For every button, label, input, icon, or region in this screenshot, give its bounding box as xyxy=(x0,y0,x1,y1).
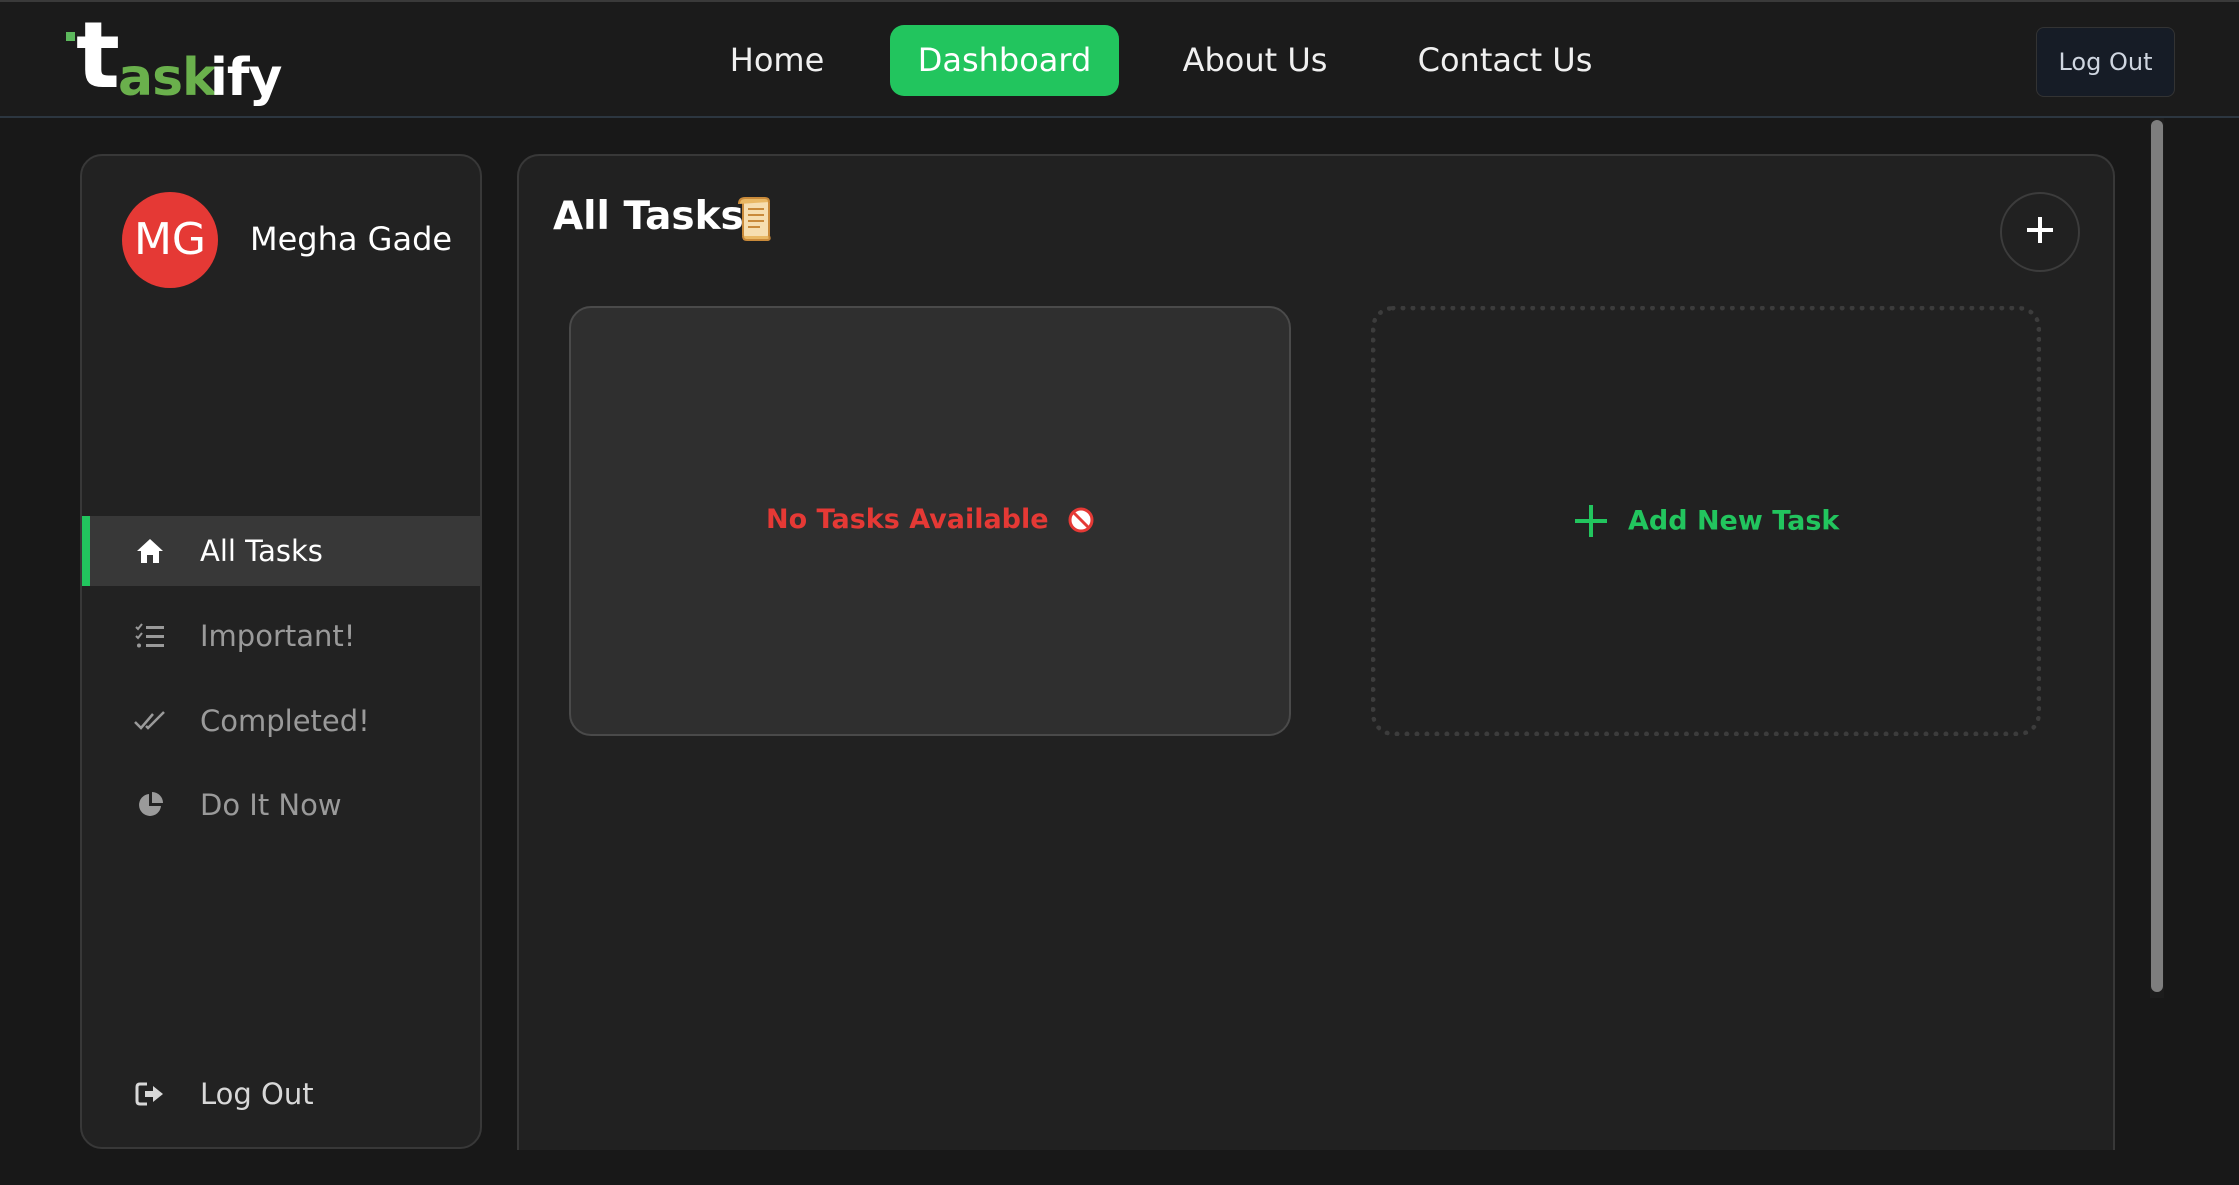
prohibited-icon xyxy=(1068,507,1094,533)
nav-home-link[interactable]: Home xyxy=(714,25,840,96)
sidebar-item-do-it-now[interactable]: Do It Now xyxy=(82,770,480,840)
add-new-task-card[interactable]: Add New Task xyxy=(1371,306,2041,736)
logo-dot xyxy=(66,32,75,41)
logo-ify: ify xyxy=(210,48,282,108)
sidebar-item-label: Important! xyxy=(200,619,356,653)
pie-chart-icon xyxy=(134,789,166,821)
scroll-icon xyxy=(735,196,775,242)
sign-out-icon xyxy=(134,1078,166,1110)
user-name: Megha Gade xyxy=(250,220,453,258)
empty-message: No Tasks Available xyxy=(766,504,1049,535)
main-panel: All Tasks No Tasks Available Add New Tas… xyxy=(517,154,2115,1154)
sidebar-item-label: All Tasks xyxy=(200,534,323,568)
page-title: All Tasks xyxy=(553,194,744,239)
sidebar-logout[interactable]: Log Out xyxy=(82,1059,480,1129)
nav-dashboard-link[interactable]: Dashboard xyxy=(890,25,1119,96)
sidebar-item-label: Do It Now xyxy=(200,788,342,822)
add-task-circle-button[interactable] xyxy=(2000,192,2080,272)
add-new-task-label: Add New Task xyxy=(1628,505,1840,537)
page-bottom xyxy=(0,1150,2239,1185)
logout-button[interactable]: Log Out xyxy=(2036,27,2175,97)
add-new-task[interactable]: Add New Task xyxy=(1376,503,2036,539)
empty-task-card: No Tasks Available xyxy=(569,306,1291,736)
sidebar-item-label: Completed! xyxy=(200,704,370,738)
plus-icon xyxy=(1573,503,1609,539)
plus-icon xyxy=(2025,215,2055,249)
nav-contact-link[interactable]: Contact Us xyxy=(1412,25,1598,96)
sidebar-item-important[interactable]: Important! xyxy=(82,601,480,671)
home-icon xyxy=(134,535,166,567)
sidebar-item-all-tasks[interactable]: All Tasks xyxy=(82,516,480,586)
nav-about-link[interactable]: About Us xyxy=(1170,25,1340,96)
sidebar: MG Megha Gade All Tasks Important! Compl… xyxy=(80,154,482,1149)
taskify-logo[interactable]: t ask ify xyxy=(64,6,294,109)
logo-t: t xyxy=(76,2,120,109)
top-navbar: t ask ify Home Dashboard About Us Contac… xyxy=(0,0,2239,118)
list-check-icon xyxy=(134,620,166,652)
logo-ask: ask xyxy=(118,48,217,108)
avatar[interactable]: MG xyxy=(122,192,218,288)
sidebar-item-completed[interactable]: Completed! xyxy=(82,686,480,756)
empty-state: No Tasks Available xyxy=(571,503,1289,535)
sidebar-item-label: Log Out xyxy=(200,1077,314,1111)
scrollbar-thumb[interactable] xyxy=(2151,120,2163,992)
double-check-icon xyxy=(134,705,166,737)
